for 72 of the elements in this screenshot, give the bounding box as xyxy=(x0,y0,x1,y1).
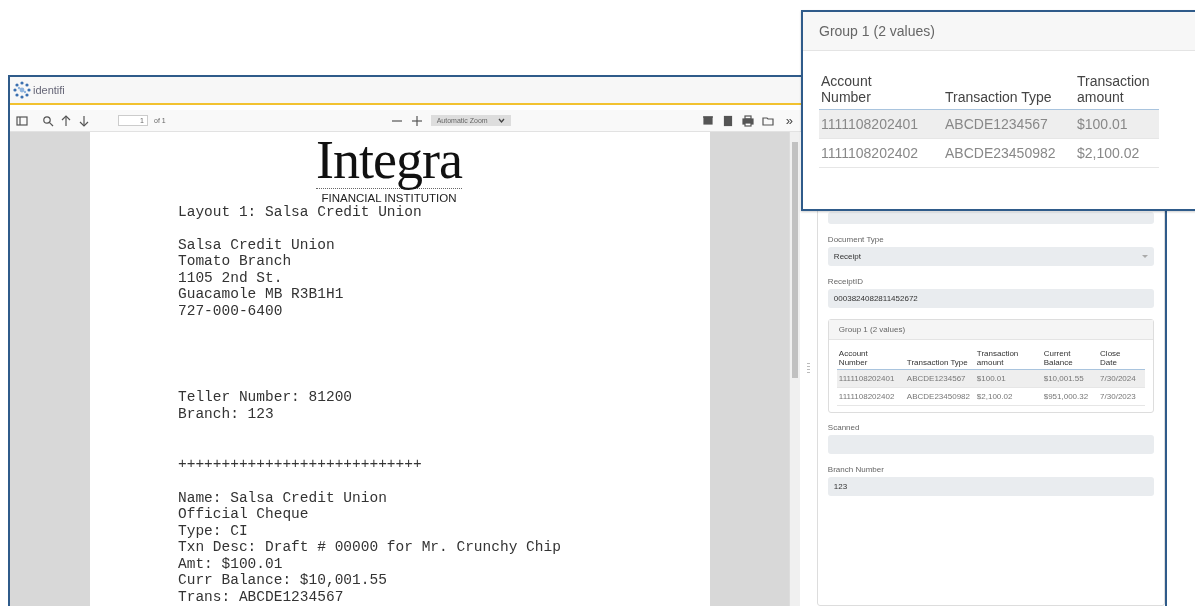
field-label: Document Type xyxy=(827,235,885,244)
table-cell: ABCDE1234567 xyxy=(945,116,1048,132)
zoom-in-icon[interactable] xyxy=(410,114,423,127)
select-field[interactable]: Receipt xyxy=(827,247,1154,266)
more-tools-button[interactable]: » xyxy=(785,113,793,128)
table-cell: 1111108202402 xyxy=(838,392,895,401)
column-header: Account Number xyxy=(838,349,869,367)
scrollbar[interactable] xyxy=(789,132,800,606)
column-header: Current Balance xyxy=(1043,349,1074,367)
document-line: Branch: 123 xyxy=(178,405,275,422)
document-line: Trans: ABCDE1234567 xyxy=(178,588,345,605)
table-cell: ABCDE1234567 xyxy=(906,374,966,383)
table-cell: $951,000.32 xyxy=(1043,392,1089,401)
table-row[interactable]: 1111108202402 ABCDE23450982 $2,100.02 $951,000.32 7/30/2023 xyxy=(836,387,1145,406)
column-header: Transaction amount xyxy=(1077,73,1151,105)
column-header: Account Number xyxy=(821,73,873,105)
integra-logo: Integra xyxy=(316,132,462,189)
document-line: 1105 2nd St. xyxy=(178,269,284,286)
column-header: Transaction Type xyxy=(906,358,968,367)
document-line: Salsa Credit Union xyxy=(178,236,336,253)
document-line: 727-000-6400 xyxy=(178,302,284,319)
table-cell: ABCDE23450982 xyxy=(906,392,970,401)
search-icon[interactable] xyxy=(42,114,54,127)
document-line: Name: Salsa Credit Union xyxy=(178,489,388,506)
column-header: Transaction amount xyxy=(976,349,1020,367)
document-line: Txn Desc: Draft # 00000 for Mr. Crunchy Chip xyxy=(178,539,562,556)
document-line: ++++++++++++++++++++++++++++ xyxy=(178,456,423,473)
column-header: Close Date xyxy=(1100,349,1122,367)
document-line: Official Cheque xyxy=(178,506,310,523)
caret-icon xyxy=(1142,254,1148,259)
table-cell: $2,100.02 xyxy=(976,392,1013,401)
app-name: identifi xyxy=(33,84,65,96)
logo-icon xyxy=(12,80,32,100)
document-line: Amt: $100.01 xyxy=(178,555,284,572)
group-title: Group 1 (2 values) xyxy=(828,320,1153,340)
column-header: Transaction Type xyxy=(945,89,1052,105)
document-line: Curr Balance: $10,001.55 xyxy=(178,572,388,589)
table-cell: $10,001.55 xyxy=(1043,374,1084,383)
input-field[interactable]: 0003824082811452672 xyxy=(827,289,1154,308)
table-cell: $100.01 xyxy=(976,374,1006,383)
input-field[interactable] xyxy=(827,212,1154,224)
field-label: ReceiptID xyxy=(827,277,864,286)
folder-icon[interactable] xyxy=(761,114,774,127)
table-cell: $2,100.02 xyxy=(1077,145,1140,161)
document-icon[interactable] xyxy=(721,114,734,127)
table-cell: 1111108202402 xyxy=(821,145,919,161)
splitter-handle-icon[interactable] xyxy=(806,363,810,375)
print-icon[interactable] xyxy=(741,114,754,127)
table-cell: 1111108202401 xyxy=(821,116,919,132)
input-field[interactable]: 123 xyxy=(827,477,1154,496)
logo-subtitle: FINANCIAL INSTITUTION xyxy=(321,192,457,204)
scrollbar-thumb[interactable] xyxy=(792,142,798,378)
field-label: Branch Number xyxy=(827,465,885,474)
field-label: Scanned xyxy=(827,423,861,432)
document-line: Teller Number: 81200 xyxy=(178,389,354,406)
table-cell: $100.01 xyxy=(1077,116,1128,132)
document-line: Type: CI xyxy=(178,522,249,539)
document-line: Layout 1: Salsa Credit Union xyxy=(178,204,423,221)
table-cell: 7/30/2024 xyxy=(1100,374,1136,383)
document-line: Guacamole MB R3B1H1 xyxy=(178,286,345,303)
document-line: Tomato Branch xyxy=(178,253,293,270)
chevron-down-icon xyxy=(497,118,505,123)
table-cell: 7/30/2023 xyxy=(1100,392,1136,401)
presentation-icon[interactable] xyxy=(701,114,714,127)
up-arrow-icon[interactable] xyxy=(60,114,72,127)
table-row[interactable]: 1111108202401 ABCDE1234567 $100.01 $10,001.55 7/30/2024 xyxy=(836,369,1145,388)
sidebar-toggle-icon[interactable] xyxy=(16,114,28,127)
table-row[interactable]: 1111108202402 ABCDE23450982 $2,100.02 xyxy=(819,138,1159,168)
group-title: Group 1 (2 values) xyxy=(803,12,1195,51)
down-arrow-icon[interactable] xyxy=(78,114,90,127)
table-cell: 1111108202401 xyxy=(838,374,895,383)
table-cell: ABCDE23450982 xyxy=(945,145,1056,161)
